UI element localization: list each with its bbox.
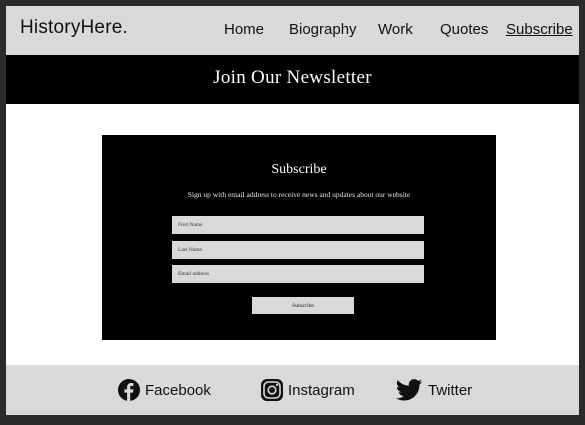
first-name-field[interactable] xyxy=(172,216,424,234)
facebook-link[interactable]: Facebook xyxy=(118,379,211,401)
nav-subscribe-link[interactable]: Subscribe xyxy=(506,21,573,38)
newsletter-banner: Join Our Newsletter xyxy=(6,55,579,104)
subscribe-button[interactable]: Subscribe xyxy=(252,297,354,314)
form-description: Sign up with email address to receive ne… xyxy=(187,190,411,199)
form-title: Subscribe xyxy=(271,162,327,177)
twitter-link[interactable]: Twitter xyxy=(395,379,472,401)
site-footer: Facebook Instagram Twitter xyxy=(6,365,579,415)
facebook-label: Facebook xyxy=(145,381,211,399)
twitter-label: Twitter xyxy=(428,381,473,399)
twitter-icon xyxy=(395,379,423,401)
email-field[interactable] xyxy=(172,265,424,283)
nav-work-link[interactable]: Work xyxy=(378,21,413,38)
last-name-field[interactable] xyxy=(172,241,424,259)
nav-quotes-link[interactable]: Quotes xyxy=(440,21,488,38)
page-frame: HistoryHere. Home Biography Work Quotes … xyxy=(6,6,579,415)
banner-title: Join Our Newsletter xyxy=(213,67,372,88)
instagram-icon xyxy=(261,379,283,401)
site-header: HistoryHere. Home Biography Work Quotes … xyxy=(6,6,579,55)
instagram-label: Instagram xyxy=(288,381,355,399)
nav-biography-link[interactable]: Biography xyxy=(289,21,357,38)
nav-home-link[interactable]: Home xyxy=(224,21,264,38)
main-nav: Home Biography Work Quotes Subscribe xyxy=(6,21,579,41)
facebook-icon xyxy=(118,379,140,401)
subscribe-form: Subscribe Sign up with email address to … xyxy=(102,135,496,340)
instagram-link[interactable]: Instagram xyxy=(261,379,355,401)
